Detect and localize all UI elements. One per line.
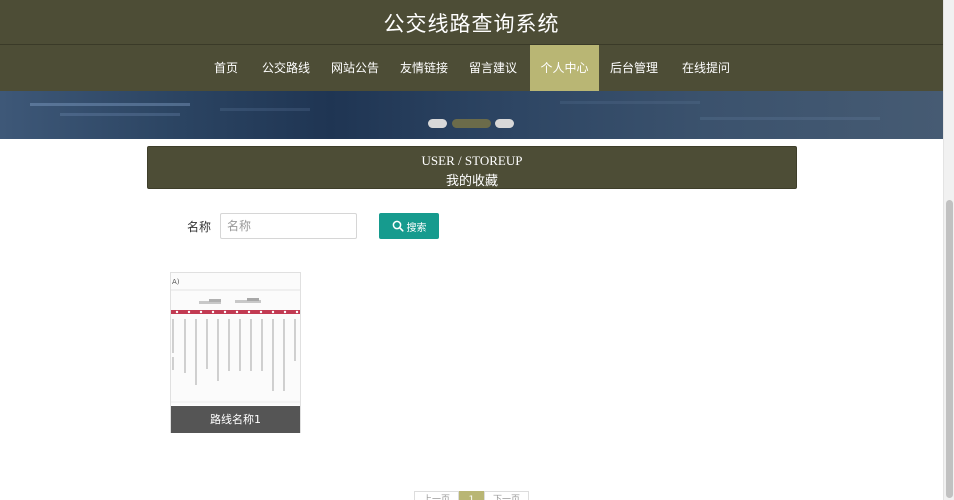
carousel-dot-1[interactable] [428, 119, 447, 128]
nav-item-links[interactable]: 友情链接 [397, 45, 451, 91]
nav-item-announcements[interactable]: 网站公告 [328, 45, 382, 91]
search-label: 名称 [187, 220, 212, 234]
scrollbar-thumb[interactable] [946, 200, 953, 498]
site-header: 公交线路查询系统 [0, 0, 943, 45]
thumb-caption: A) [172, 278, 180, 286]
site-title: 公交线路查询系统 [383, 12, 560, 36]
page: 公交线路查询系统 首页 公交路线 网站公告 友情链接 留言建议 个人中心 后台管… [0, 0, 943, 500]
page-scrollbar[interactable] [943, 0, 954, 500]
carousel-dot-2[interactable] [452, 119, 491, 128]
route-thumbnail: A) [171, 273, 300, 405]
nav-item-messages[interactable]: 留言建议 [466, 45, 520, 91]
route-map-image: A) [171, 273, 300, 405]
nav-item-home[interactable]: 首页 [203, 45, 249, 91]
search-button[interactable]: 搜索 [379, 213, 439, 239]
pagination-prev[interactable]: 上一页 [414, 491, 459, 500]
nav-item-personal-center[interactable]: 个人中心 [530, 45, 599, 91]
section-header: USER / STOREUP 我的收藏 [147, 146, 797, 189]
search-icon [392, 220, 404, 232]
section-title-en: USER / STOREUP [421, 153, 523, 168]
favorite-card-title: 路线名称1 [171, 406, 300, 433]
banner-streak [220, 108, 310, 111]
banner-carousel [0, 91, 943, 139]
nav-item-admin[interactable]: 后台管理 [607, 45, 661, 91]
nav-item-online-qa[interactable]: 在线提问 [679, 45, 733, 91]
pagination-next[interactable]: 下一页 [484, 491, 529, 500]
banner-streak [560, 101, 700, 104]
pagination-current-page[interactable]: 1 [459, 491, 484, 500]
banner-streak [60, 113, 180, 116]
section-title-cn: 我的收藏 [445, 174, 498, 189]
carousel-dot-3[interactable] [495, 119, 514, 128]
banner-streak [700, 117, 880, 120]
nav-item-bus-routes[interactable]: 公交路线 [259, 45, 313, 91]
main-nav: 首页 公交路线 网站公告 友情链接 留言建议 个人中心 后台管理 在线提问 [0, 45, 943, 91]
favorite-card[interactable]: A) 路线名称1 [170, 272, 301, 433]
banner-streak [30, 103, 190, 106]
search-button-label: 搜索 [406, 222, 427, 234]
search-input[interactable] [220, 213, 357, 239]
